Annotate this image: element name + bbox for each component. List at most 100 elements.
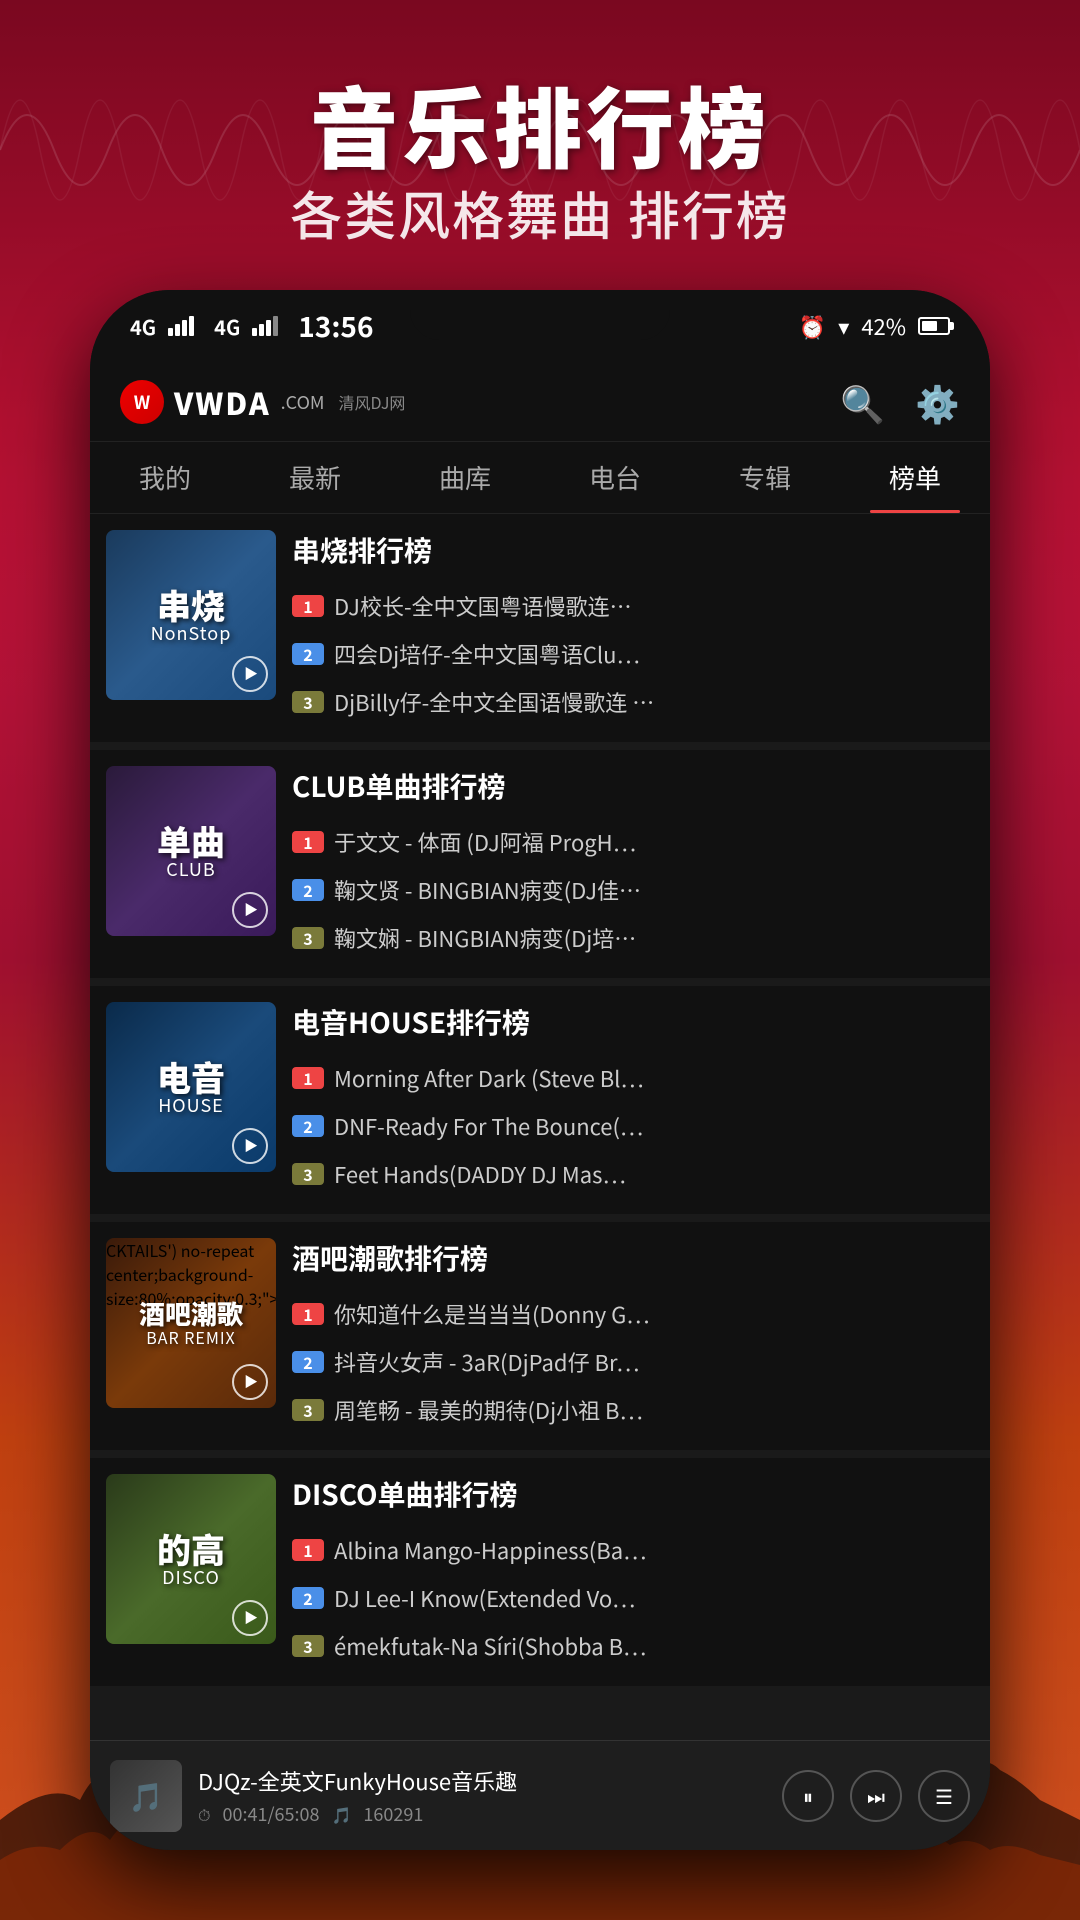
track-name: 抖音火女声 - 3aR(DjPad仔 Br… [334, 1346, 974, 1378]
nav-tabs: 我的 最新 曲库 电台 专辑 榜单 [90, 442, 990, 514]
rank-badge: 2 [292, 879, 324, 901]
track-name: DJ校长-全中文国粤语慢歌连… [334, 590, 974, 622]
signal-bars-1 [168, 316, 194, 336]
track-name: 四会Dj培仔-全中文国粤语Clu… [334, 638, 974, 670]
chart-title-chuanshao: 串烧排行榜 [292, 530, 974, 570]
settings-icon[interactable]: ⚙️ [915, 376, 960, 428]
thumb-label-house: 电音 HOUSE [157, 1058, 225, 1115]
chart-thumb-house[interactable]: 电音 HOUSE [106, 1002, 276, 1172]
rank-badge: 1 [292, 1303, 324, 1325]
alarm-icon: ⏰ [799, 310, 826, 342]
mini-player-meta: ⏱ 00:41/65:08 🎵 160291 [198, 1801, 766, 1827]
chart-title-club: CLUB单曲排行榜 [292, 766, 974, 806]
thumb-label-chuanshao: 串烧 NonStop [151, 586, 232, 643]
track-name: émekfutak-Na Síri(Shobba B… [334, 1630, 974, 1662]
chart-section-chuanshao[interactable]: 串烧 NonStop 串烧排行榜 1 DJ校长-全中文国粤语慢歌连… 2 四会D… [90, 514, 990, 742]
track-name: Feet Hands(DADDY DJ Mas… [334, 1158, 974, 1190]
track-name: 你知道什么是当当当(Donny G… [334, 1298, 974, 1330]
chart-section-disco[interactable]: 的高 DISCO DISCO单曲排行榜 1 Albina Mango-Happi… [90, 1458, 990, 1686]
page-title: 音乐排行榜 [0, 60, 1080, 187]
page-subtitle: 各类风格舞曲 排行榜 [0, 175, 1080, 250]
track-item[interactable]: 2 DJ Lee-I Know(Extended Vo… [292, 1574, 974, 1622]
tab-album[interactable]: 专辑 [690, 442, 840, 513]
chart-section-club[interactable]: 单曲 CLUB CLUB单曲排行榜 1 于文文 - 体面 (DJ阿福 ProgH… [90, 750, 990, 978]
track-item[interactable]: 2 抖音火女声 - 3aR(DjPad仔 Br… [292, 1338, 974, 1386]
track-item[interactable]: 3 émekfutak-Na Síri(Shobba B… [292, 1622, 974, 1670]
tab-latest[interactable]: 最新 [240, 442, 390, 513]
rank-badge: 3 [292, 927, 324, 949]
chart-thumb-club[interactable]: 单曲 CLUB [106, 766, 276, 936]
chart-tracks-chuanshao: 串烧排行榜 1 DJ校长-全中文国粤语慢歌连… 2 四会Dj培仔-全中文国粤语C… [292, 530, 974, 726]
pause-button[interactable]: ⏸ [782, 1770, 834, 1822]
track-item[interactable]: 2 四会Dj培仔-全中文国粤语Clu… [292, 630, 974, 678]
signal-4g-2: 4G [214, 312, 240, 341]
tab-library[interactable]: 曲库 [390, 442, 540, 513]
track-name: DJ Lee-I Know(Extended Vo… [334, 1582, 974, 1614]
track-item[interactable]: 2 鞠文贤 - BINGBIAN病变(DJ佳… [292, 866, 974, 914]
track-name: Albina Mango-Happiness(Ba… [334, 1534, 974, 1566]
track-item[interactable]: 1 于文文 - 体面 (DJ阿福 ProgH… [292, 818, 974, 866]
playlist-button[interactable]: ☰ [918, 1770, 970, 1822]
track-item[interactable]: 1 DJ校长-全中文国粤语慢歌连… [292, 582, 974, 630]
track-item[interactable]: 1 Albina Mango-Happiness(Ba… [292, 1526, 974, 1574]
battery-percent: 42% [861, 310, 906, 342]
battery-icon [918, 317, 950, 335]
chart-title-bar: 酒吧潮歌排行榜 [292, 1238, 974, 1278]
rank-badge: 3 [292, 691, 324, 713]
mini-player-controls[interactable]: ⏸ ⏭ ☰ [782, 1770, 970, 1822]
track-item[interactable]: 3 DjBilly仔-全中文全国语慢歌连 … [292, 678, 974, 726]
phone-screen: 4G 4G 13:56 ⏰ ▾ 42% [90, 290, 990, 1850]
search-icon[interactable]: 🔍 [840, 376, 885, 428]
mini-player[interactable]: 🎵 DJQz-全英文FunkyHouse音乐趣 ⏱ 00:41/65:08 🎵 … [90, 1740, 990, 1850]
track-item[interactable]: 1 你知道什么是当当当(Donny G… [292, 1290, 974, 1338]
tab-radio[interactable]: 电台 [540, 442, 690, 513]
play-club[interactable] [232, 892, 268, 928]
mini-player-time: 00:41/65:08 [222, 1801, 319, 1827]
play-chuanshao[interactable] [232, 656, 268, 692]
rank-badge: 1 [292, 1539, 324, 1561]
next-button[interactable]: ⏭ [850, 1770, 902, 1822]
tab-chart[interactable]: 榜单 [840, 442, 990, 513]
track-name: Morning After Dark (Steve Bl… [334, 1062, 974, 1094]
chart-section-house[interactable]: 电音 HOUSE 电音HOUSE排行榜 1 Morning After Dark… [90, 986, 990, 1214]
rank-badge: 3 [292, 1635, 324, 1657]
track-item[interactable]: 1 Morning After Dark (Steve Bl… [292, 1054, 974, 1102]
wifi-icon: ▾ [838, 310, 849, 342]
rank-badge: 2 [292, 643, 324, 665]
logo-sub: 清风DJ网 [339, 390, 406, 414]
thumb-label-bar: 酒吧潮歌 BAR REMIX [139, 1300, 243, 1346]
rank-badge: 2 [292, 1115, 324, 1137]
chart-title-house: 电音HOUSE排行榜 [292, 1002, 974, 1042]
track-item[interactable]: 3 Feet Hands(DADDY DJ Mas… [292, 1150, 974, 1198]
app-header: W VWDA .COM 清风DJ网 🔍 ⚙️ [90, 362, 990, 442]
rank-badge: 1 [292, 1067, 324, 1089]
track-item[interactable]: 3 鞠文娴 - BINGBIAN病变(Dj培… [292, 914, 974, 962]
play-bar[interactable] [232, 1364, 268, 1400]
track-item[interactable]: 3 周笔畅 - 最美的期待(Dj小祖 B… [292, 1386, 974, 1434]
mini-clock-icon: ⏱ [198, 1802, 210, 1826]
track-item[interactable]: 2 DNF-Ready For The Bounce(… [292, 1102, 974, 1150]
track-name: 周笔畅 - 最美的期待(Dj小祖 B… [334, 1394, 974, 1426]
chart-section-bar[interactable]: CKTAILS') no-repeat center;background-si… [90, 1222, 990, 1450]
chart-tracks-bar: 酒吧潮歌排行榜 1 你知道什么是当当当(Donny G… 2 抖音火女声 - 3… [292, 1238, 974, 1434]
play-house[interactable] [232, 1128, 268, 1164]
thumb-label-club: 单曲 CLUB [157, 822, 225, 879]
track-name: DNF-Ready For The Bounce(… [334, 1110, 974, 1142]
chart-thumb-bar[interactable]: CKTAILS') no-repeat center;background-si… [106, 1238, 276, 1408]
chart-tracks-house: 电音HOUSE排行榜 1 Morning After Dark (Steve B… [292, 1002, 974, 1198]
status-time: 13:56 [298, 306, 373, 346]
signal-4g-1: 4G [130, 312, 156, 341]
track-name: 鞠文娴 - BINGBIAN病变(Dj培… [334, 922, 974, 954]
mini-music-icon: 🎵 [331, 1802, 351, 1826]
rank-badge: 1 [292, 595, 324, 617]
chart-thumb-chuanshao[interactable]: 串烧 NonStop [106, 530, 276, 700]
mini-play-count: 160291 [363, 1801, 423, 1827]
track-name: 鞠文贤 - BINGBIAN病变(DJ佳… [334, 874, 974, 906]
chart-title-disco: DISCO单曲排行榜 [292, 1474, 974, 1514]
logo-text: VWDA [174, 380, 271, 424]
chart-list: 串烧 NonStop 串烧排行榜 1 DJ校长-全中文国粤语慢歌连… 2 四会D… [90, 514, 990, 1740]
chart-thumb-disco[interactable]: 的高 DISCO [106, 1474, 276, 1644]
play-disco[interactable] [232, 1600, 268, 1636]
phone-notch [410, 290, 670, 340]
tab-mine[interactable]: 我的 [90, 442, 240, 513]
